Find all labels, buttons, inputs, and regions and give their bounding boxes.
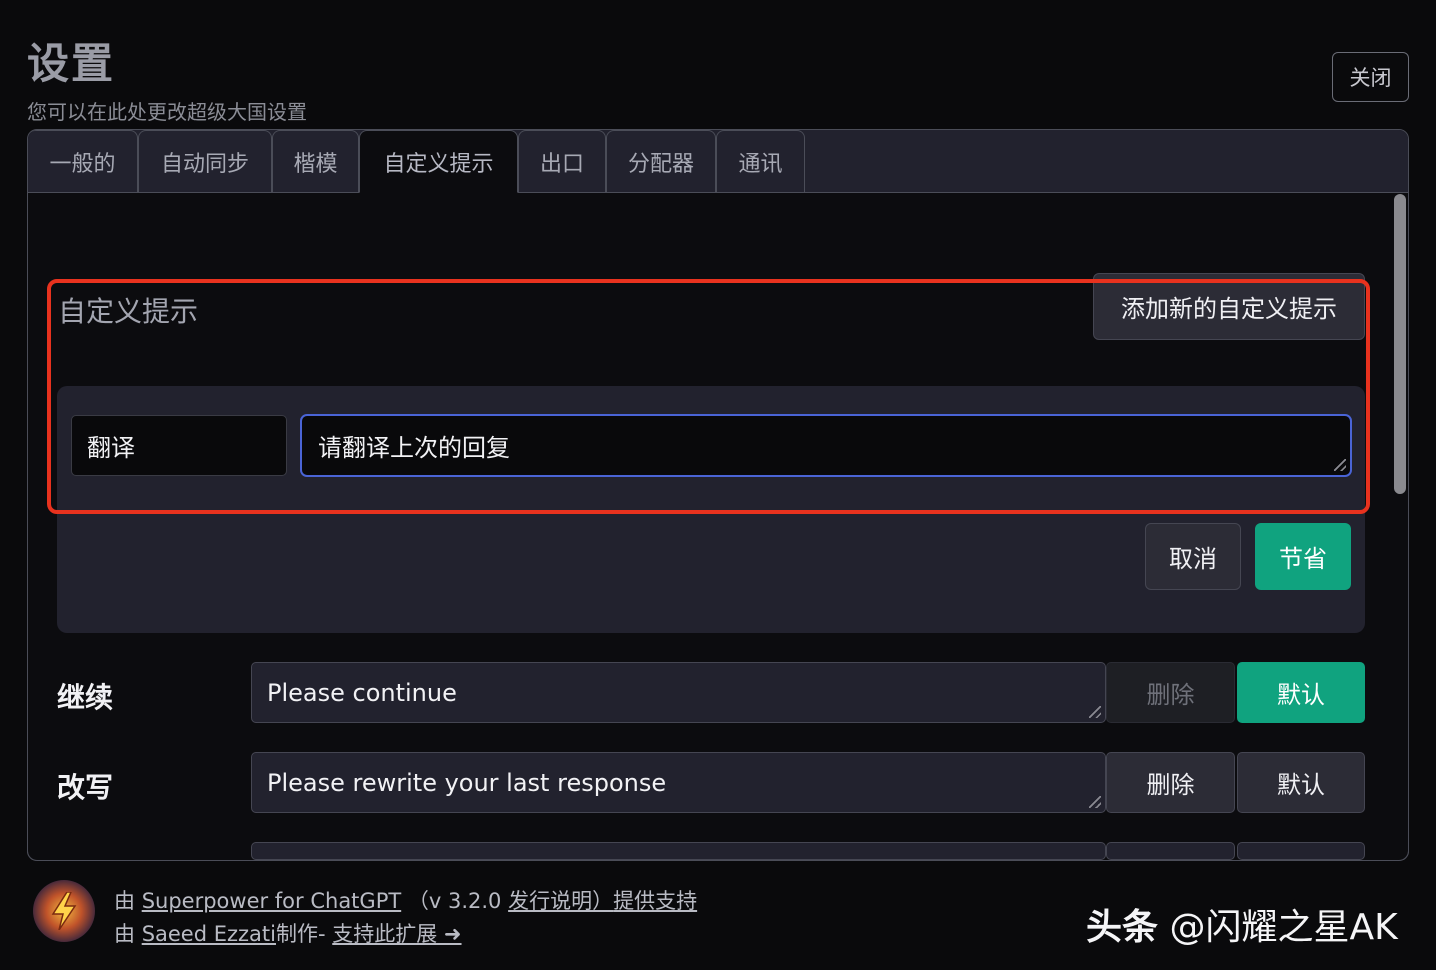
tab-bar: 一般的 自动同步 楷模 自定义提示 出口 分配器 通讯 bbox=[28, 130, 1408, 193]
prompt-row-text-continue[interactable]: Please continue bbox=[251, 662, 1106, 723]
scrollbar-thumb[interactable] bbox=[1394, 194, 1406, 494]
add-custom-prompt-button[interactable]: 添加新的自定义提示 bbox=[1093, 273, 1365, 340]
page-title: 设置 bbox=[27, 39, 116, 88]
tab-export[interactable]: 出口 bbox=[518, 130, 606, 193]
settings-page: 设置 您可以在此处更改超级大国设置 关闭 一般的 自动同步 楷模 自定义提示 出… bbox=[0, 0, 1436, 970]
footer-credit-line-2: 由 Saeed Ezzati制作- 支持此扩展 ➜ bbox=[114, 918, 462, 948]
watermark: 头条 @闪耀之星AK bbox=[1086, 898, 1398, 950]
footer-prefix: 由 bbox=[114, 889, 135, 913]
prompt-row-text-value: Please continue bbox=[267, 678, 457, 707]
tab-auto-sync[interactable]: 自动同步 bbox=[138, 130, 272, 193]
release-notes-link[interactable]: 发行说明） bbox=[508, 889, 613, 913]
version-text: （v 3.2.0 bbox=[407, 889, 502, 913]
resize-handle-icon[interactable] bbox=[1089, 706, 1101, 718]
prompt-row-text-rewrite[interactable]: Please rewrite your last response bbox=[251, 752, 1106, 813]
tab-general[interactable]: 一般的 bbox=[28, 130, 138, 193]
prompt-row-text-value: Please rewrite your last response bbox=[267, 768, 667, 797]
made-by-text: 制作- bbox=[275, 922, 326, 946]
footer-credit-line-1: 由 Superpower for ChatGPT （v 3.2.0 发行说明）提… bbox=[114, 885, 697, 915]
superpower-logo-icon bbox=[33, 880, 95, 942]
page-subtitle: 您可以在此处更改超级大国设置 bbox=[27, 100, 307, 124]
prompt-text-input[interactable]: 请翻译上次的回复 bbox=[300, 414, 1352, 477]
prompt-row-text-partial[interactable] bbox=[251, 842, 1106, 860]
footer-prefix: 由 bbox=[114, 922, 135, 946]
author-link[interactable]: Saeed Ezzati bbox=[142, 922, 276, 946]
delete-button-continue[interactable]: 删除 bbox=[1106, 662, 1235, 723]
cancel-button[interactable]: 取消 bbox=[1145, 523, 1241, 590]
default-button-continue[interactable]: 默认 bbox=[1237, 662, 1365, 723]
tab-models[interactable]: 楷模 bbox=[272, 130, 359, 193]
tab-splitter[interactable]: 分配器 bbox=[606, 130, 716, 193]
save-button[interactable]: 节省 bbox=[1255, 523, 1351, 590]
resize-handle-icon[interactable] bbox=[1089, 796, 1101, 808]
watermark-handle: @闪耀之星AK bbox=[1169, 907, 1398, 948]
default-button-rewrite[interactable]: 默认 bbox=[1237, 752, 1365, 813]
prompt-text-value: 请翻译上次的回复 bbox=[318, 434, 510, 462]
delete-button-partial[interactable] bbox=[1106, 842, 1235, 860]
default-button-partial[interactable] bbox=[1237, 842, 1365, 860]
tab-newsletter[interactable]: 通讯 bbox=[716, 130, 805, 193]
tab-custom-prompts[interactable]: 自定义提示 bbox=[359, 130, 518, 193]
powered-by-link[interactable]: 提供支持 bbox=[613, 889, 697, 913]
prompt-row-label-rewrite: 改写 bbox=[57, 771, 114, 804]
prompt-name-input[interactable]: 翻译 bbox=[71, 415, 287, 476]
custom-prompts-title: 自定义提示 bbox=[58, 295, 199, 328]
support-extension-link[interactable]: 支持此扩展 ➜ bbox=[332, 922, 461, 946]
resize-handle-icon[interactable] bbox=[1334, 459, 1346, 471]
prompt-row-label-continue: 继续 bbox=[57, 681, 114, 714]
delete-button-rewrite[interactable]: 删除 bbox=[1106, 752, 1235, 813]
watermark-brand: 头条 bbox=[1086, 907, 1159, 948]
close-button[interactable]: 关闭 bbox=[1332, 52, 1409, 102]
superpower-link[interactable]: Superpower for ChatGPT bbox=[142, 889, 402, 913]
